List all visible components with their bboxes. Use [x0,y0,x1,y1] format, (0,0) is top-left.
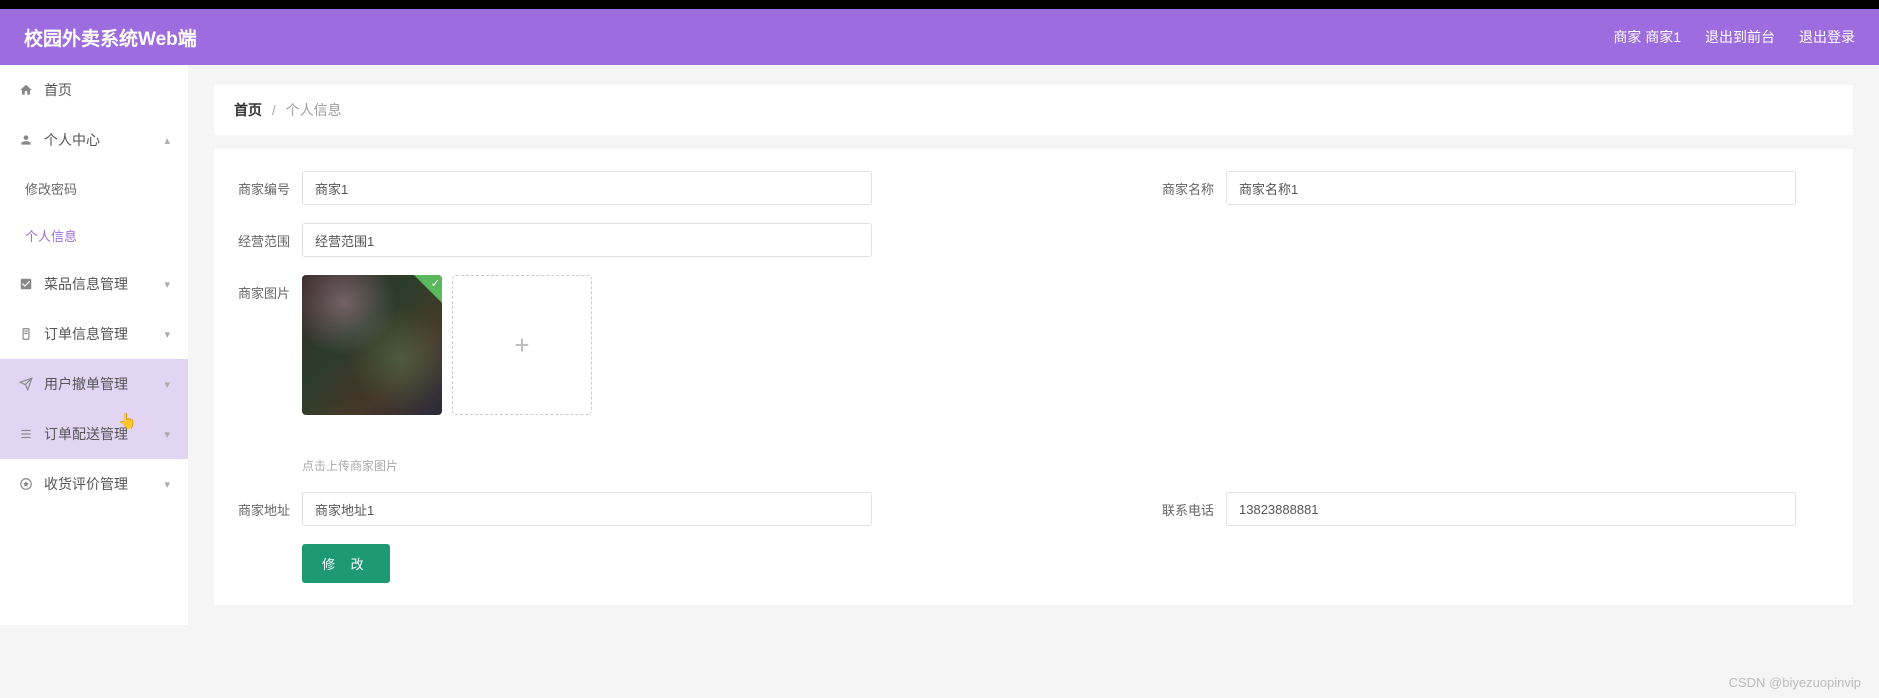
sidebar-item-personal-center[interactable]: 个人中心 ▴ [0,115,188,165]
sidebar-item-label: 收货评价管理 [44,474,164,494]
breadcrumb-current: 个人信息 [286,102,342,118]
sidebar-sub-change-password[interactable]: 修改密码 [0,165,188,212]
breadcrumb-home[interactable]: 首页 [234,102,262,118]
user-icon [18,132,34,148]
sidebar-item-label: 个人中心 [44,130,164,150]
app-title: 校园外卖系统Web端 [24,24,197,51]
content-area: 首页 / 个人信息 商家编号 商家名称 经营范围 [188,65,1879,625]
input-contact-phone[interactable] [1226,492,1796,526]
home-icon [18,82,34,98]
upload-add-button[interactable]: + [452,275,592,415]
input-merchant-address[interactable] [302,492,872,526]
chevron-down-icon: ▾ [164,328,170,341]
header-right-links: 商家 商家1 退出到前台 退出登录 [1613,27,1855,47]
upload-hint-text: 点击上传商家图片 [302,457,1829,474]
sidebar-item-user-cancel-management[interactable]: 用户撤单管理 ▾ [0,359,188,409]
form-card: 商家编号 商家名称 经营范围 商家图片 [214,149,1853,605]
chevron-down-icon: ▾ [164,478,170,491]
check-icon [414,275,442,303]
chevron-down-icon: ▾ [164,378,170,391]
plus-icon: + [514,330,529,361]
star-circle-icon [18,476,34,492]
sidebar-item-home[interactable]: 首页 [0,65,188,115]
chevron-down-icon: ▾ [164,278,170,291]
user-link[interactable]: 商家 商家1 [1613,27,1681,47]
label-merchant-name: 商家名称 [1162,171,1226,198]
input-business-scope[interactable] [302,223,872,257]
logout-link[interactable]: 退出登录 [1799,27,1855,47]
sidebar-sub-personal-info[interactable]: 个人信息 [0,212,188,259]
breadcrumb: 首页 / 个人信息 [214,85,1853,135]
sidebar-item-review-management[interactable]: 收货评价管理 ▾ [0,459,188,509]
sidebar-item-label: 菜品信息管理 [44,274,164,294]
breadcrumb-separator: / [272,102,276,118]
sidebar-item-dish-management[interactable]: 菜品信息管理 ▾ [0,259,188,309]
sidebar-item-label: 订单信息管理 [44,324,164,344]
watermark-text: CSDN @biyezuopinvip [1729,675,1861,690]
label-merchant-image: 商家图片 [238,275,302,302]
label-business-scope: 经营范围 [238,223,302,250]
label-merchant-address: 商家地址 [238,492,302,519]
list-icon [18,426,34,442]
sidebar-item-order-info-management[interactable]: 订单信息管理 ▾ [0,309,188,359]
input-merchant-no[interactable] [302,171,872,205]
label-merchant-no: 商家编号 [238,171,302,198]
window-top-bar [0,0,1879,9]
input-merchant-name[interactable] [1226,171,1796,205]
logout-to-front-link[interactable]: 退出到前台 [1705,27,1775,47]
submit-button[interactable]: 修 改 [302,544,390,583]
sidebar-item-label: 订单配送管理 [44,424,164,444]
uploaded-image-thumbnail[interactable] [302,275,442,415]
sidebar-item-delivery-management[interactable]: 订单配送管理 ▾ [0,409,188,459]
image-upload-area: + [302,275,592,415]
sidebar: 首页 个人中心 ▴ 修改密码 个人信息 菜品信息管理 ▾ 订单信息管理 ▾ [0,65,188,625]
chevron-down-icon: ▾ [164,428,170,441]
chevron-up-icon: ▴ [164,134,170,147]
send-icon [18,376,34,392]
check-square-icon [18,276,34,292]
doc-icon [18,326,34,342]
sidebar-item-label: 用户撤单管理 [44,374,164,394]
sidebar-item-label: 首页 [44,80,170,100]
app-header: 校园外卖系统Web端 商家 商家1 退出到前台 退出登录 [0,9,1879,65]
label-contact-phone: 联系电话 [1162,492,1226,519]
